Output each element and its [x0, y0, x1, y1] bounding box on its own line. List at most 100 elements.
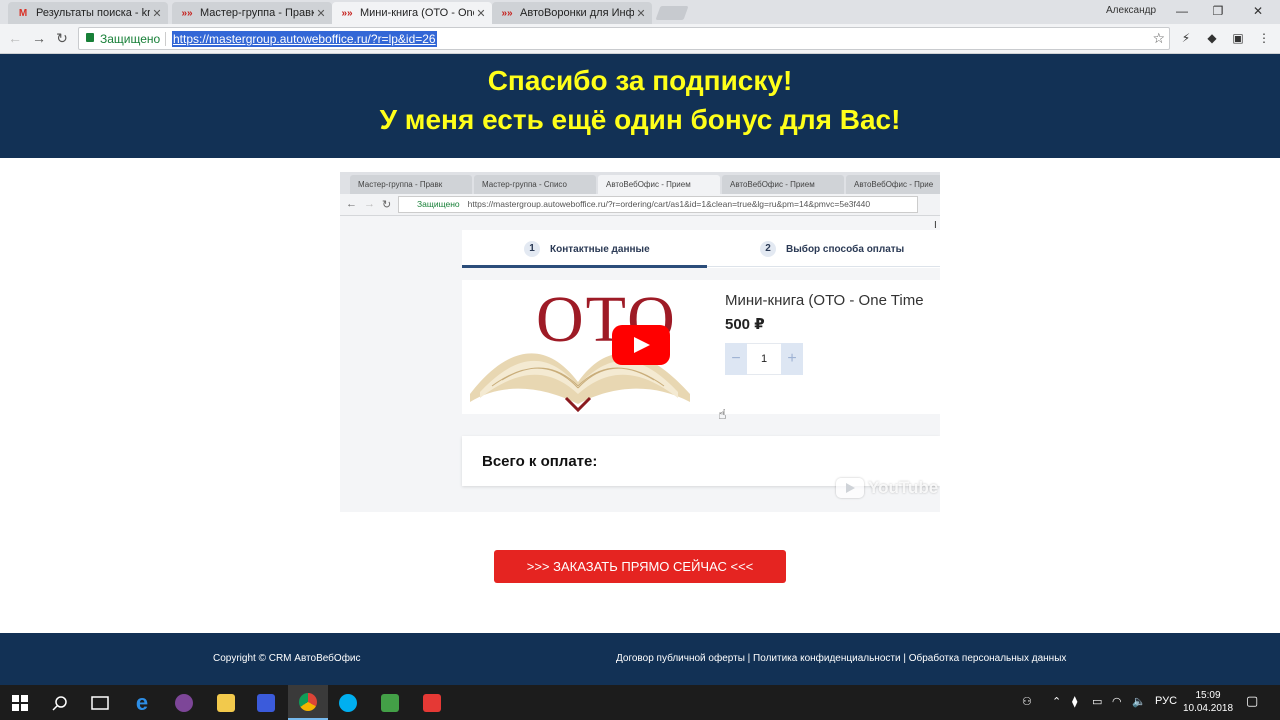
video-tab-strip: Мастер-группа - Правк Мастер-группа - Сп…: [340, 172, 940, 194]
browser-tab[interactable]: »» Мастер-группа - Правк ✕: [172, 2, 332, 24]
video-forward-icon: →: [364, 198, 375, 210]
browser-tab-active[interactable]: »» Мини-книга (ОТО - One ✕: [332, 2, 492, 24]
youtube-watermark[interactable]: YouTube: [836, 478, 938, 498]
clock-time: 15:09: [1195, 690, 1221, 701]
step-number: 2: [760, 241, 776, 257]
tab-title: Результаты поиска - kru: [36, 7, 150, 19]
footer-links[interactable]: Договор публичной оферты | Политика конф…: [616, 653, 1066, 664]
close-window-icon[interactable]: ✕: [1240, 2, 1276, 20]
extension-bolt-icon[interactable]: ⚡: [1178, 30, 1194, 46]
product-price: 500 ₽: [725, 316, 765, 333]
forward-icon[interactable]: →: [30, 29, 48, 47]
tab-title: Мини-книга (ОТО - One: [360, 7, 474, 19]
increment-button: +: [781, 343, 803, 375]
taskbar-app-explorer[interactable]: [206, 685, 246, 720]
step-divider: [707, 266, 940, 267]
video-address-bar: Защищено https://mastergroup.autoweboffic…: [398, 196, 918, 213]
footer-copyright: Copyright © CRM АвтоВебОфис: [213, 653, 361, 664]
youtube-wordmark: YouTube: [868, 478, 939, 497]
search-icon: [52, 695, 67, 711]
secure-label: Защищено: [100, 32, 161, 46]
taskbar-app-camtasia-recorder[interactable]: [370, 685, 410, 720]
show-hidden-icons-icon[interactable]: ⌃: [1052, 695, 1061, 708]
notifications-icon[interactable]: ▢: [1246, 693, 1258, 709]
address-bar[interactable]: Защищено https://mastergroup.autoweboffi…: [78, 27, 1170, 50]
camtasia-red-icon: [423, 693, 441, 712]
decrement-button: −: [725, 343, 747, 375]
video-tab: АвтоВебОфис - Прием: [598, 175, 720, 194]
quantity-value: 1: [747, 343, 781, 375]
close-tab-icon[interactable]: ✕: [634, 7, 648, 20]
floppy-disk-icon: [257, 693, 275, 712]
menu-icon[interactable]: ⋮: [1256, 30, 1272, 46]
video-reload-icon: ↻: [382, 199, 392, 211]
browser-tab[interactable]: »» АвтоВоронки для Инфо ✕: [492, 2, 652, 24]
taskbar-app-tor[interactable]: [164, 685, 204, 720]
total-label: Всего к оплате:: [482, 453, 598, 470]
autoweboffice-icon: »»: [501, 7, 513, 19]
video-secure-label: Защищено: [417, 199, 460, 209]
keyboard-language[interactable]: РУС: [1155, 695, 1177, 707]
people-icon[interactable]: ⚇: [1022, 695, 1032, 708]
url-text[interactable]: https://mastergroup.autoweboffice.ru/?r=…: [172, 31, 437, 47]
system-clock[interactable]: 15:09 10.04.2018: [1180, 689, 1236, 715]
step-label: Выбор способа оплаты: [786, 243, 905, 255]
step-payment: 2 Выбор способа оплаты: [760, 230, 904, 268]
extension-icon[interactable]: ◆: [1204, 30, 1220, 46]
back-icon[interactable]: ←: [6, 29, 24, 47]
extension-screen-icon[interactable]: ▣: [1230, 30, 1246, 46]
close-tab-icon[interactable]: ✕: [474, 7, 488, 20]
taskbar-app-skype[interactable]: [328, 685, 368, 720]
search-button[interactable]: [40, 685, 80, 720]
hand-cursor-icon: ☝: [718, 406, 727, 422]
profile-name[interactable]: Александр: [1106, 5, 1156, 16]
taskbar-app-save[interactable]: [246, 685, 286, 720]
play-button[interactable]: [612, 325, 670, 365]
page-footer: Copyright © CRM АвтоВебОфис Договор публ…: [0, 633, 1280, 685]
windows-taskbar: e ⚇ ⌃ ⧫ ▭ ◠ 🔈 РУС 15:09 10.04.2018 ▢: [0, 685, 1280, 720]
restore-icon[interactable]: ❐: [1200, 2, 1236, 20]
battery-icon[interactable]: ▭: [1092, 695, 1102, 708]
video-tab: Мастер-группа - Списо: [474, 175, 596, 194]
order-now-button[interactable]: >>> ЗАКАЗАТЬ ПРЯМО СЕЙЧАС <<<: [494, 550, 786, 583]
camtasia-green-icon: [381, 693, 399, 712]
task-view-icon: [91, 695, 109, 710]
active-step-indicator: [462, 265, 707, 268]
product-thumbnail: ОТО: [462, 282, 695, 412]
taskbar-app-camtasia[interactable]: [412, 685, 452, 720]
wifi-icon[interactable]: ◠: [1112, 695, 1122, 708]
skype-icon: [339, 693, 357, 712]
volume-icon[interactable]: 🔈: [1132, 695, 1146, 708]
taskbar-app-chrome[interactable]: [288, 685, 328, 720]
file-explorer-icon: [217, 693, 235, 712]
clock-date: 10.04.2018: [1182, 703, 1234, 714]
chrome-icon: [299, 692, 317, 711]
close-tab-icon[interactable]: ✕: [314, 7, 328, 20]
autoweboffice-icon: »»: [181, 7, 193, 19]
windows-logo-icon: [12, 694, 28, 711]
dropbox-icon[interactable]: ⧫: [1072, 695, 1077, 708]
close-tab-icon[interactable]: ✕: [150, 7, 164, 20]
divider: [165, 32, 166, 46]
video-tab: АвтоВебОфис - Прием: [722, 175, 844, 194]
bookmark-star-icon[interactable]: ☆: [1152, 30, 1165, 47]
header-subtitle: У меня есть ещё один бонус для Вас!: [379, 104, 901, 135]
browser-toolbar: ← → ↻ Защищено https://mastergroup.autow…: [0, 24, 1280, 54]
start-button[interactable]: [0, 685, 40, 720]
checkout-steps: 1 Контактные данные 2 Выбор способа опла…: [462, 230, 940, 268]
browser-tab[interactable]: M Результаты поиска - kru ✕: [8, 2, 168, 24]
tab-title: АвтоВоронки для Инфо: [520, 7, 634, 19]
product-name: Мини-книга (ОТО - One Time: [725, 292, 924, 309]
step-label: Контактные данные: [550, 243, 650, 255]
video-url: https://mastergroup.autoweboffice.ru/?r=…: [467, 199, 871, 209]
page-header: Спасибо за подписку! У меня есть ещё оди…: [0, 54, 1280, 158]
taskbar-app-ie[interactable]: e: [122, 685, 162, 720]
browser-tab-strip: M Результаты поиска - kru ✕ »» Мастер-гр…: [0, 0, 1280, 24]
video-player[interactable]: Мастер-группа - Правк Мастер-группа - Сп…: [340, 172, 940, 512]
step-contact: 1 Контактные данные: [524, 230, 650, 268]
quantity-stepper: − 1 +: [725, 343, 803, 375]
minimize-icon[interactable]: —: [1164, 2, 1200, 20]
new-tab-button[interactable]: [655, 6, 689, 20]
reload-icon[interactable]: ↻: [53, 29, 71, 47]
task-view-button[interactable]: [80, 685, 120, 720]
